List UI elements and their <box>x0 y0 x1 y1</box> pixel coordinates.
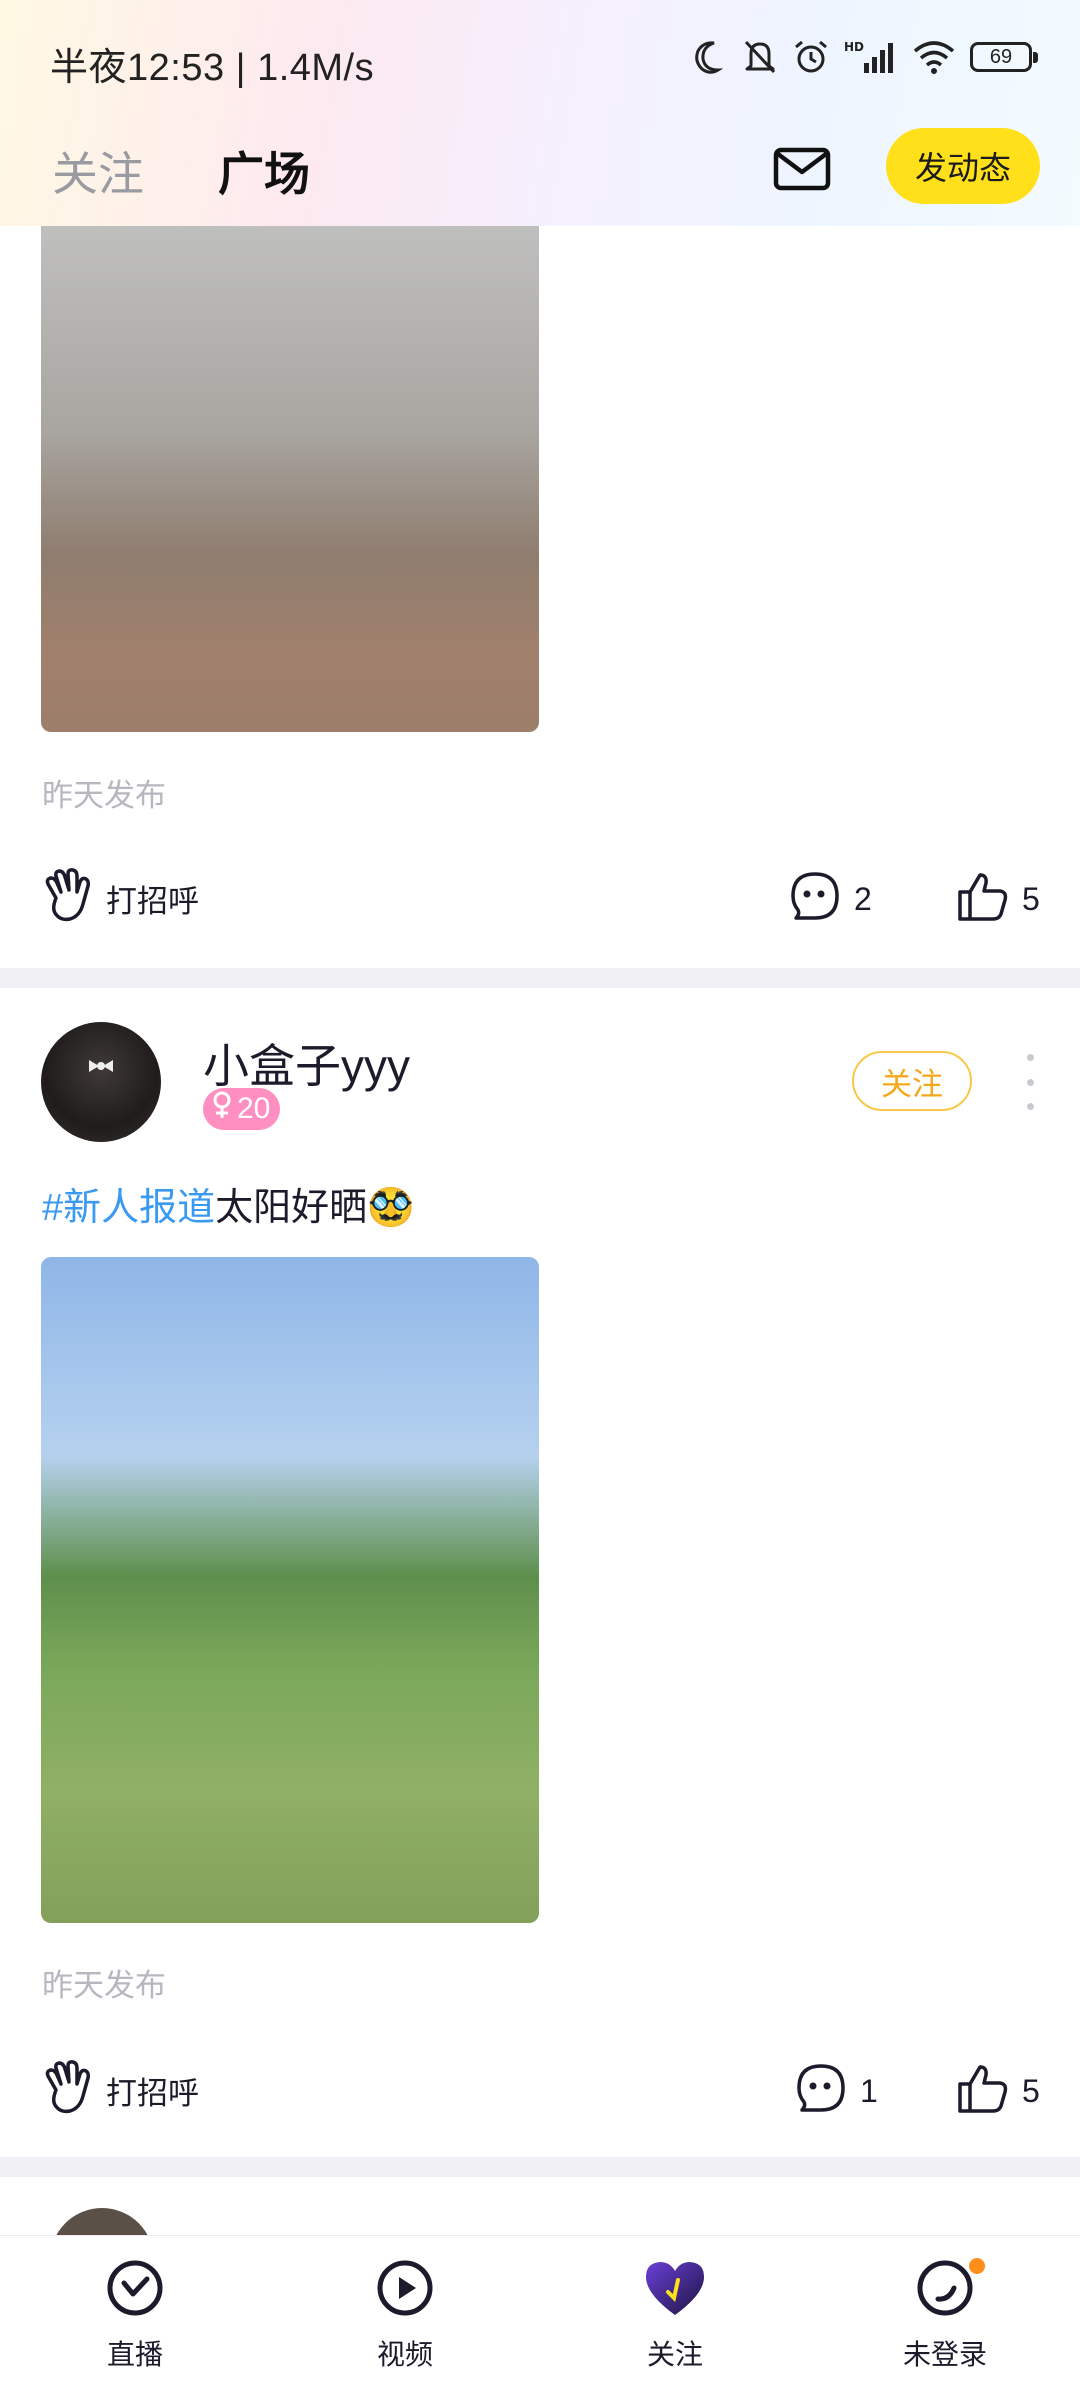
like-count: 5 <box>1022 2073 1040 2109</box>
video-icon <box>375 2258 435 2323</box>
svg-text:HD: HD <box>844 40 864 54</box>
nav-label: 直播 <box>106 2339 163 2370</box>
post-text: #新人报道太阳好晒🥸 <box>42 1176 414 1231</box>
post-1-comment-button[interactable]: 2 <box>788 870 872 929</box>
more-options-icon[interactable] <box>1020 1054 1040 1110</box>
username[interactable]: 小盒子yyy <box>203 1030 410 1096</box>
nav-label: 未登录 <box>902 2339 987 2370</box>
comment-icon <box>788 870 842 929</box>
post-2-greet-button[interactable]: 打招呼 <box>42 2060 199 2121</box>
comment-count: 2 <box>854 881 872 917</box>
post-2-comment-button[interactable]: 1 <box>794 2062 878 2121</box>
post-1-photo[interactable] <box>41 226 539 732</box>
status-icons: HD 69 <box>692 38 1040 76</box>
post-button[interactable]: 发动态 <box>886 128 1040 204</box>
thumbs-up-icon <box>956 870 1010 929</box>
post-1-like-button[interactable]: 5 <box>956 870 1040 929</box>
post-2-photo[interactable] <box>41 1257 539 1923</box>
follow-button[interactable]: 关注 <box>852 1051 972 1111</box>
post-2-time: 昨天发布 <box>42 1968 166 2003</box>
top-header: 半夜12:53 | 1.4M/s HD 69 关注 广场 发动态 <box>0 0 1080 226</box>
post-1-greet-button[interactable]: 打招呼 <box>42 868 199 929</box>
status-bar: 半夜12:53 | 1.4M/s HD 69 <box>0 0 1080 120</box>
greet-label: 打招呼 <box>106 2076 199 2111</box>
bottom-nav: 直播 视频 关注 未登录 <box>0 2235 1080 2401</box>
mail-icon[interactable] <box>772 138 832 198</box>
profile-icon <box>915 2258 975 2323</box>
post-body-text: 太阳好晒🥸 <box>215 1187 415 1229</box>
notification-dot <box>969 2258 985 2274</box>
female-icon <box>211 1090 233 1128</box>
wifi-icon <box>912 39 956 75</box>
post-divider <box>0 2157 1080 2177</box>
age-value: 20 <box>237 1092 271 1125</box>
greet-label: 打招呼 <box>106 884 199 919</box>
gender-age-badge: 20 <box>203 1088 281 1130</box>
post-divider <box>0 968 1080 988</box>
thumbs-up-icon <box>956 2062 1010 2121</box>
nav-item-video[interactable]: 视频 <box>325 2258 485 2373</box>
alarm-icon <box>792 38 830 76</box>
nav-label: 视频 <box>376 2339 433 2370</box>
status-time: 半夜12:53 | 1.4M/s <box>50 47 375 89</box>
nav-item-profile[interactable]: 未登录 <box>865 2258 1025 2373</box>
like-count: 5 <box>1022 881 1040 917</box>
wave-hand-icon <box>42 2060 96 2121</box>
tab-follow[interactable]: 关注 <box>52 138 144 204</box>
avatar-bow-icon <box>89 1060 113 1072</box>
header-nav: 关注 广场 发动态 <box>0 120 1080 226</box>
heart-icon <box>642 2258 708 2323</box>
signal-hd-icon: HD <box>844 39 898 75</box>
post-1-time: 昨天发布 <box>42 778 166 813</box>
nav-item-live[interactable]: 直播 <box>55 2258 215 2373</box>
comment-icon <box>794 2062 848 2121</box>
post-2-like-button[interactable]: 5 <box>956 2062 1040 2121</box>
moon-icon <box>692 39 728 75</box>
hashtag-link[interactable]: #新人报道 <box>42 1187 215 1229</box>
nav-label: 关注 <box>646 2339 703 2370</box>
nav-item-follow[interactable]: 关注 <box>595 2258 755 2373</box>
comment-count: 1 <box>860 2073 878 2109</box>
bell-muted-icon <box>742 38 778 76</box>
avatar[interactable] <box>41 1022 161 1142</box>
live-icon <box>105 2258 165 2323</box>
tab-square[interactable]: 广场 <box>218 138 310 204</box>
battery-icon: 69 <box>970 42 1038 72</box>
wave-hand-icon <box>42 868 96 929</box>
